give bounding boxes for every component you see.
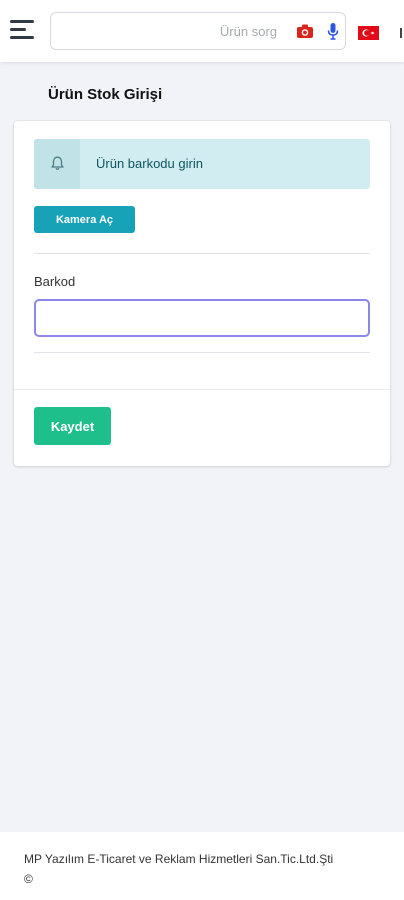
alert-icon-container (34, 139, 80, 189)
menu-icon[interactable] (10, 20, 36, 42)
search-box (50, 12, 346, 50)
top-navbar (0, 0, 404, 62)
microphone-icon[interactable] (327, 23, 339, 40)
company-name: MP Yazılım E-Ticaret ve Reklam Hizmetler… (24, 852, 334, 866)
stock-entry-card: Ürün barkodu girin Kamera Aç Barkod Kayd… (14, 121, 390, 466)
divider (34, 253, 370, 254)
divider (34, 352, 370, 353)
bell-icon (51, 156, 64, 170)
turkey-flag-icon[interactable] (358, 26, 379, 40)
search-input[interactable] (57, 19, 281, 43)
card-footer-divider (14, 389, 390, 390)
open-camera-button[interactable]: Kamera Aç (34, 206, 135, 233)
copyright: © (24, 872, 33, 886)
barcode-label: Barkod (34, 274, 76, 289)
save-button[interactable]: Kaydet (34, 407, 111, 445)
camera-icon[interactable] (297, 24, 313, 38)
page-title: Ürün Stok Girişi (48, 86, 163, 103)
language-selector-partial[interactable] (397, 28, 404, 38)
info-alert: Ürün barkodu girin (34, 139, 370, 189)
barcode-input[interactable] (34, 299, 370, 337)
alert-message: Ürün barkodu girin (96, 156, 203, 171)
site-footer: MP Yazılım E-Ticaret ve Reklam Hizmetler… (0, 832, 404, 900)
